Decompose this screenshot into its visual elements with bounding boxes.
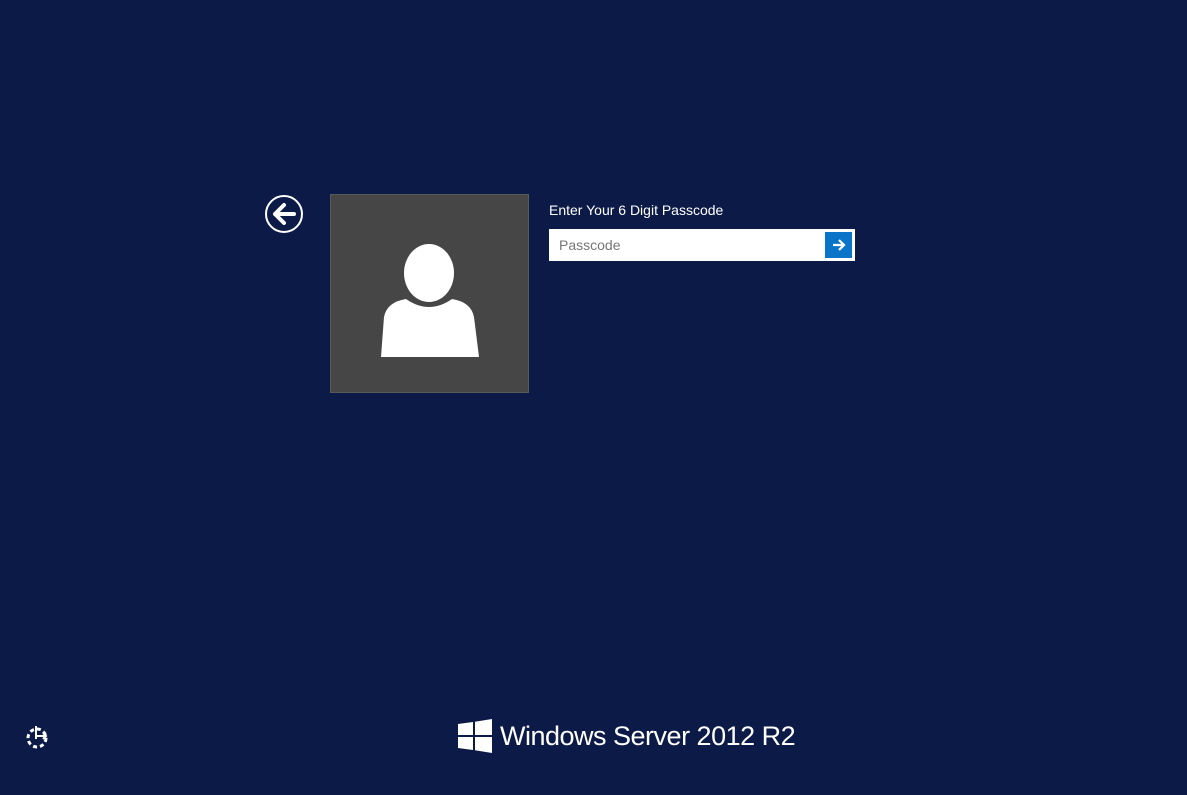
passcode-input[interactable] [550,230,822,260]
product-name: Windows Server 2012 R2 [500,720,796,751]
ease-of-access-button[interactable] [24,724,52,755]
windows-logo-icon [458,719,492,753]
passcode-field[interactable] [549,229,855,261]
passcode-prompt: Enter Your 6 Digit Passcode [549,202,724,218]
back-button[interactable] [265,195,303,233]
user-icon [381,244,479,357]
user-avatar [330,194,529,393]
arrow-left-icon [273,203,296,225]
arrow-right-icon [833,239,846,251]
ease-of-access-icon [26,726,48,749]
windows-branding: Windows Server 2012 R2 [458,719,796,753]
submit-button[interactable] [825,232,852,258]
